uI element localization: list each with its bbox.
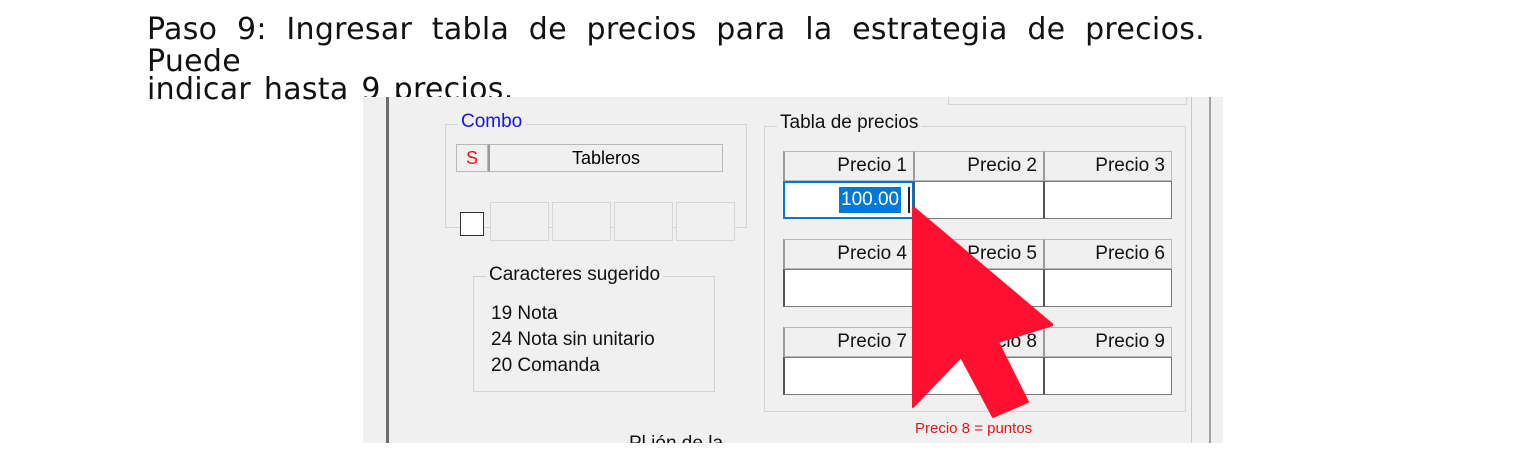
combo-tablero-cell-3[interactable] xyxy=(614,202,673,241)
precio-header-1: Precio 1 xyxy=(783,151,914,181)
caption-line-1: Paso 9: Ingresar tabla de precios para l… xyxy=(147,12,1205,79)
panel-divider xyxy=(1191,97,1192,443)
precio-header-6: Precio 6 xyxy=(1043,239,1172,269)
precio-header-7: Precio 7 xyxy=(783,327,914,357)
caracteres-line: 20 Comanda xyxy=(491,355,600,376)
caracteres-line: 24 Nota sin unitario xyxy=(491,329,655,350)
combo-checkbox[interactable] xyxy=(460,211,484,236)
cut-off-label: Pl ión de la xyxy=(629,433,723,443)
caracteres-line: 19 Nota xyxy=(491,303,558,324)
precio-1-selected-text: 100.00 xyxy=(839,187,902,213)
combo-col-s: S xyxy=(456,144,488,172)
precio-input-4[interactable] xyxy=(783,269,914,307)
precio-input-6[interactable] xyxy=(1043,269,1172,307)
combo-header: S Tableros xyxy=(456,144,723,172)
caracteres-legend: Caracteres sugerido xyxy=(486,264,664,286)
app-screenshot: Combo S Tableros Caracteres sugerido 19 … xyxy=(363,97,1223,443)
precio-input-9[interactable] xyxy=(1043,357,1172,395)
combo-group: Combo S Tableros xyxy=(445,111,747,241)
precio-header-3: Precio 3 xyxy=(1043,151,1172,181)
combo-tablero-cell-4[interactable] xyxy=(676,202,735,241)
window-border-right xyxy=(1209,97,1211,443)
precio-input-3[interactable] xyxy=(1043,181,1172,219)
precio-header-9: Precio 9 xyxy=(1043,327,1172,357)
precio-input-7[interactable] xyxy=(783,357,914,395)
precio-header-2: Precio 2 xyxy=(913,151,1044,181)
combo-tablero-cell-2[interactable] xyxy=(552,202,611,241)
pointer-arrow-icon xyxy=(912,207,1053,418)
window-border-left xyxy=(386,97,389,443)
combo-legend: Combo xyxy=(458,111,526,133)
combo-tablero-cell-1[interactable] xyxy=(490,202,549,241)
combo-row xyxy=(460,202,738,243)
precio-header-4: Precio 4 xyxy=(783,239,914,269)
step-caption: Paso 9: Ingresar tabla de precios para l… xyxy=(147,14,1205,106)
upper-groupbox-fragment xyxy=(948,97,1187,105)
tabla-precios-legend: Tabla de precios xyxy=(777,112,922,134)
combo-col-tableros: Tableros xyxy=(488,144,723,172)
caracteres-group: Caracteres sugerido 19 Nota 24 Nota sin … xyxy=(473,264,715,392)
